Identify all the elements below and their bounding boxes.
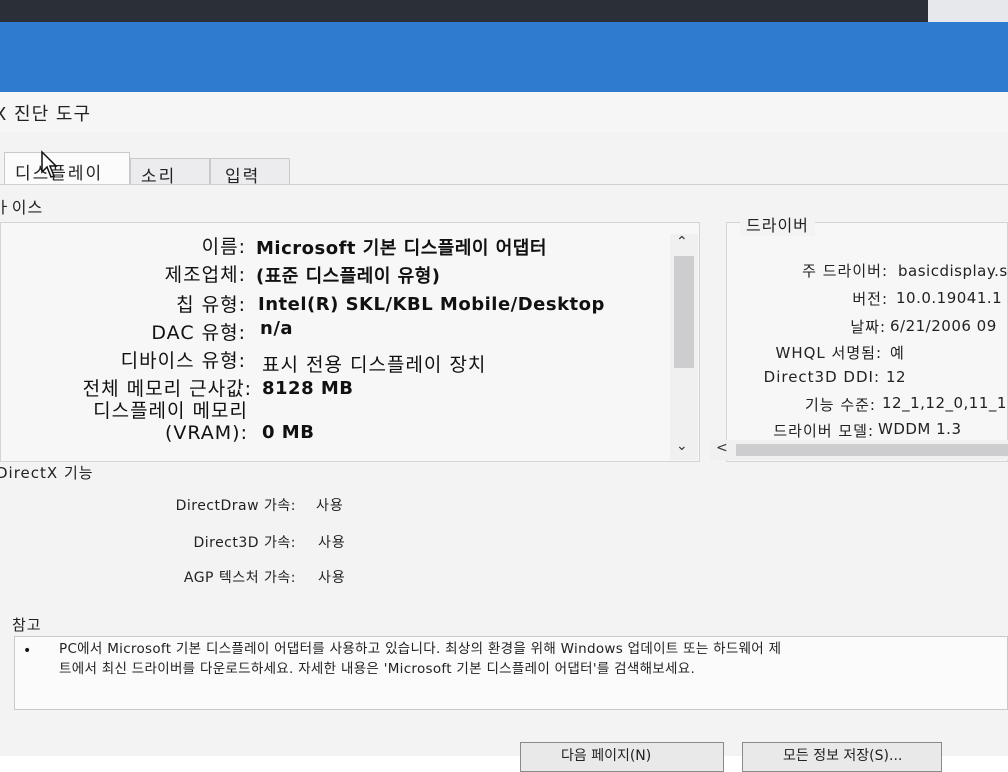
- driver-horizontal-scrollbar[interactable]: <: [710, 440, 1008, 460]
- version-label: 버전:: [852, 290, 888, 308]
- notes-text: PC에서 Microsoft 기본 디스플레이 어댑터를 사용하고 있습니다. …: [59, 641, 782, 677]
- d3d-ddi-value: 12: [886, 368, 907, 386]
- directdraw-accel-label: DirectDraw 가속:: [175, 498, 296, 514]
- dac-type-label: DAC 유형:: [151, 322, 246, 344]
- tab-input[interactable]: 입력: [210, 158, 290, 187]
- notes-box[interactable]: • PC에서 Microsoft 기본 디스플레이 어댑터를 사용하고 있습니다…: [14, 636, 1008, 710]
- chip-type-value: Intel(R) SKL/KBL Mobile/Desktop: [258, 294, 605, 315]
- desktop-background: [0, 22, 1008, 94]
- agp-accel-value: 사용: [318, 570, 346, 586]
- notes-section-label: 참고: [12, 616, 42, 634]
- tab-sound[interactable]: 소리: [130, 158, 210, 187]
- directdraw-accel-value: 사용: [316, 498, 344, 514]
- save-all-info-button[interactable]: 모든 정보 저장(S)...: [742, 742, 942, 772]
- main-driver-value: basicdisplay.s: [898, 262, 1008, 280]
- d3d-ddi-label: Direct3D DDI:: [763, 368, 880, 386]
- chip-type-label: 칩 유형:: [176, 294, 246, 316]
- save-all-info-button-label: 모든 정보 저장(S)...: [783, 748, 903, 764]
- scroll-up-icon[interactable]: ⌃: [676, 234, 688, 250]
- display-memory-label: 디스플레이 메모리(VRAM):: [93, 400, 248, 444]
- device-type-label: 디바이스 유형:: [120, 350, 246, 372]
- bullet-icon: •: [23, 643, 32, 659]
- device-section-label: ㅏ이스: [0, 198, 44, 217]
- next-page-button[interactable]: 다음 페이지(N): [520, 742, 724, 772]
- manufacturer-value: (표준 디스플레이 유형): [256, 266, 441, 287]
- title-bar: X 진단 도구: [0, 92, 1008, 132]
- main-driver-label: 주 드라이버:: [802, 262, 888, 280]
- directx-section-label: DirectX 기능: [0, 464, 94, 482]
- driver-model-value: WDDM 1.3: [878, 420, 962, 438]
- scroll-left-icon[interactable]: <: [716, 440, 728, 456]
- dac-type-value: n/a: [260, 318, 294, 339]
- next-page-button-label: 다음 페이지(N): [561, 748, 652, 764]
- whql-value: 예: [890, 344, 905, 362]
- agp-accel-label: AGP 텍스처 가속:: [183, 570, 296, 586]
- mouse-pointer-icon: [41, 150, 58, 178]
- direct3d-accel-value: 사용: [318, 535, 346, 551]
- device-vertical-scrollbar[interactable]: ⌃ ⌄: [670, 234, 698, 460]
- driver-section-label: 드라이버: [740, 212, 815, 236]
- feature-level-label: 기능 수준:: [804, 396, 876, 414]
- device-name-value: Microsoft 기본 디스플레이 어댑터: [256, 238, 547, 259]
- date-label: 날짜:: [850, 318, 886, 336]
- vertical-scroll-thumb[interactable]: [674, 256, 694, 368]
- scroll-down-icon[interactable]: ⌄: [676, 438, 688, 454]
- feature-level-value: 12_1,12_0,11_1: [882, 394, 1007, 412]
- device-name-label: 이름:: [201, 236, 246, 258]
- manufacturer-label: 제조업체:: [164, 264, 246, 286]
- date-value: 6/21/2006 09: [890, 317, 997, 335]
- device-type-value: 표시 전용 디스플레이 장치: [262, 354, 487, 376]
- driver-model-label: 드라이버 모델:: [773, 422, 874, 440]
- total-memory-value: 8128 MB: [262, 378, 354, 399]
- whql-label: WHQL 서명됨:: [775, 344, 882, 362]
- tab-divider: [0, 184, 1008, 185]
- direct3d-accel-label: Direct3D 가속:: [193, 535, 296, 551]
- total-memory-label: 전체 메모리 근사값:: [82, 378, 252, 400]
- horizontal-scroll-thumb[interactable]: [736, 444, 1008, 456]
- window-title: X 진단 도구: [0, 104, 92, 125]
- version-value: 10.0.19041.1: [896, 289, 1003, 307]
- display-memory-value: 0 MB: [262, 422, 315, 443]
- tab-display[interactable]: 디스플레이: [4, 152, 130, 184]
